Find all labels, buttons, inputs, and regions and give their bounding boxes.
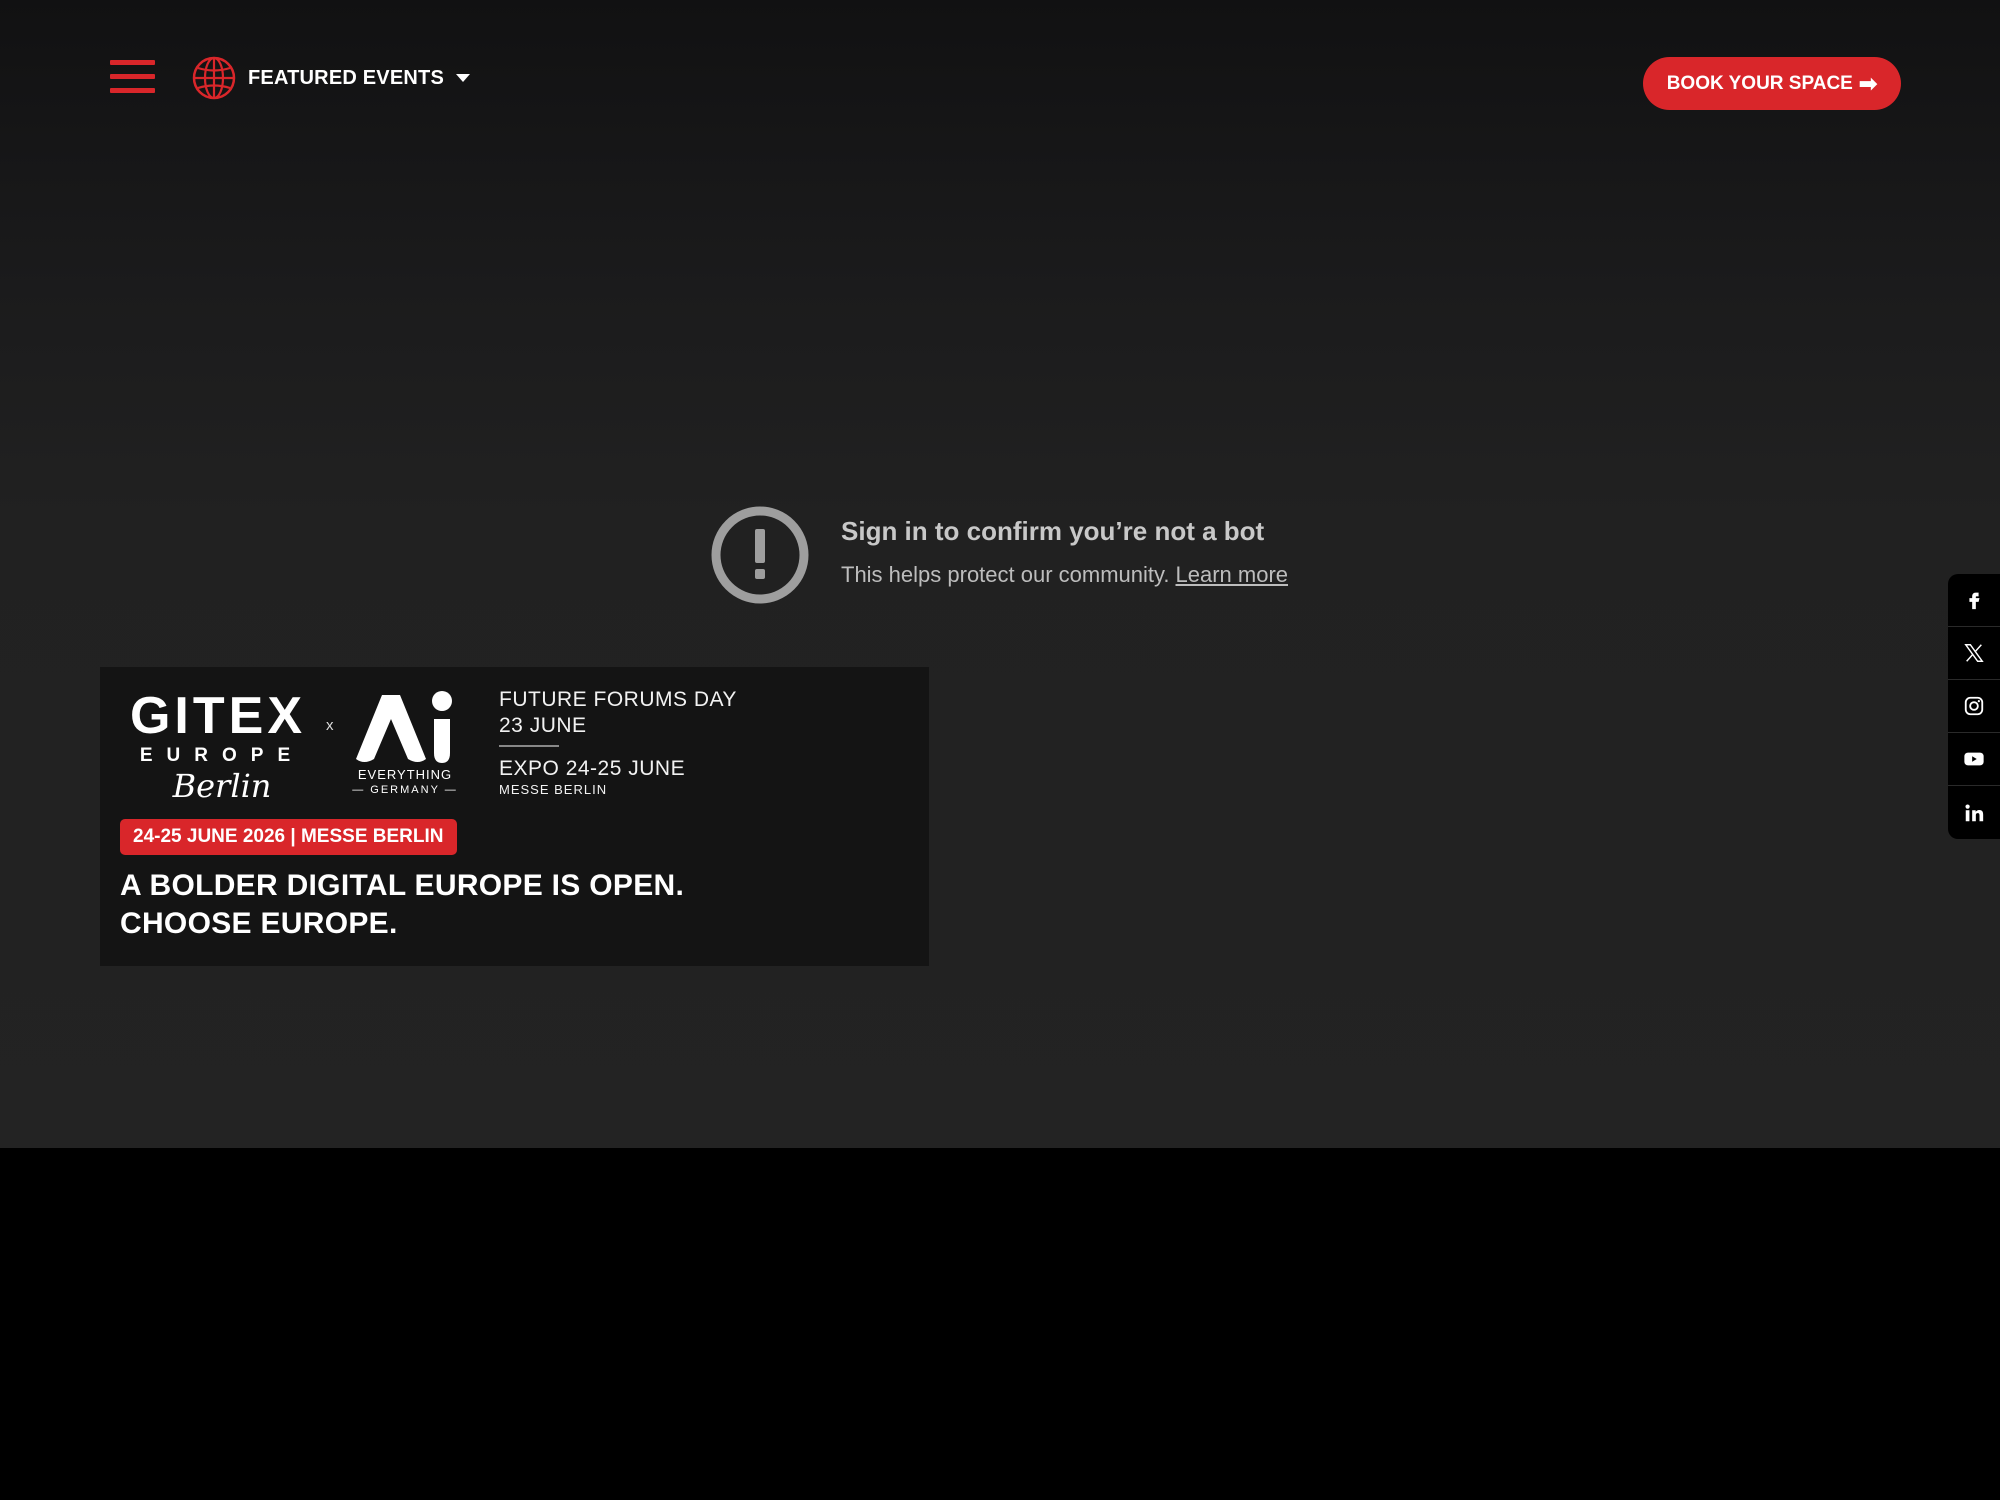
instagram-icon <box>1964 696 1984 716</box>
ai-everything-germany-logo: EVERYTHING — GERMANY — <box>352 691 458 795</box>
gitex-logo-sub: EUROPE <box>140 745 304 766</box>
gitex-logo-word: GITEX <box>130 689 306 745</box>
youtube-icon <box>1964 752 1984 766</box>
book-your-space-button[interactable]: BOOK YOUR SPACE ➡ <box>1643 57 1901 110</box>
headline-line-1: A BOLDER DIGITAL EUROPE IS OPEN. <box>120 869 685 902</box>
notice-text: This helps protect our community. Learn m… <box>841 562 1288 588</box>
social-share-bar <box>1948 574 2000 839</box>
book-your-space-label: BOOK YOUR SPACE <box>1666 72 1853 94</box>
divider <box>499 745 559 747</box>
gitex-logo-city: Berlin <box>172 767 272 805</box>
ai-logo-sub1: EVERYTHING <box>358 767 452 782</box>
youtube-link[interactable] <box>1948 733 2000 786</box>
x-link[interactable] <box>1948 627 2000 680</box>
date-badge: 24-25 JUNE 2026 | MESSE BERLIN <box>120 819 457 855</box>
page-bottom-area <box>0 1148 2000 1500</box>
featured-events-label: FEATURED EVENTS <box>248 66 444 89</box>
hamburger-menu-icon[interactable] <box>110 60 155 94</box>
forum-day-date: 23 JUNE <box>499 714 587 737</box>
facebook-link[interactable] <box>1948 574 2000 627</box>
logo-separator: x <box>326 717 334 734</box>
chevron-down-icon <box>455 74 470 82</box>
headline-line-2: CHOOSE EUROPE. <box>120 907 398 940</box>
banner-headline: A BOLDER DIGITAL EUROPE IS OPEN. CHOOSE … <box>120 867 684 943</box>
featured-events-dropdown[interactable]: FEATURED EVENTS <box>192 56 470 100</box>
globe-icon <box>192 56 236 100</box>
linkedin-link[interactable] <box>1948 786 2000 839</box>
x-icon <box>1964 644 1984 662</box>
notice-description: This helps protect our community. <box>841 562 1170 587</box>
learn-more-link[interactable]: Learn more <box>1176 562 1289 587</box>
event-banner[interactable]: GITEX EUROPE Berlin x EVERYTHING — GERMA… <box>100 667 929 966</box>
venue-label: MESSE BERLIN <box>499 782 608 797</box>
instagram-link[interactable] <box>1948 680 2000 733</box>
gitex-europe-berlin-logo: GITEX EUROPE Berlin <box>130 689 306 805</box>
linkedin-icon <box>1965 803 1984 821</box>
forum-day-label: FUTURE FORUMS DAY <box>499 688 737 711</box>
facebook-icon <box>1969 592 1980 610</box>
exclamation-circle-icon <box>711 506 809 604</box>
event-schedule: FUTURE FORUMS DAY 23 JUNE EXPO 24-25 JUN… <box>499 687 737 799</box>
arrow-right-icon: ➡ <box>1858 70 1878 96</box>
ai-logo-sub2: — GERMANY — <box>352 784 458 795</box>
notice-title: Sign in to confirm you’re not a bot <box>841 516 1265 546</box>
expo-dates: EXPO 24-25 JUNE <box>499 757 686 780</box>
